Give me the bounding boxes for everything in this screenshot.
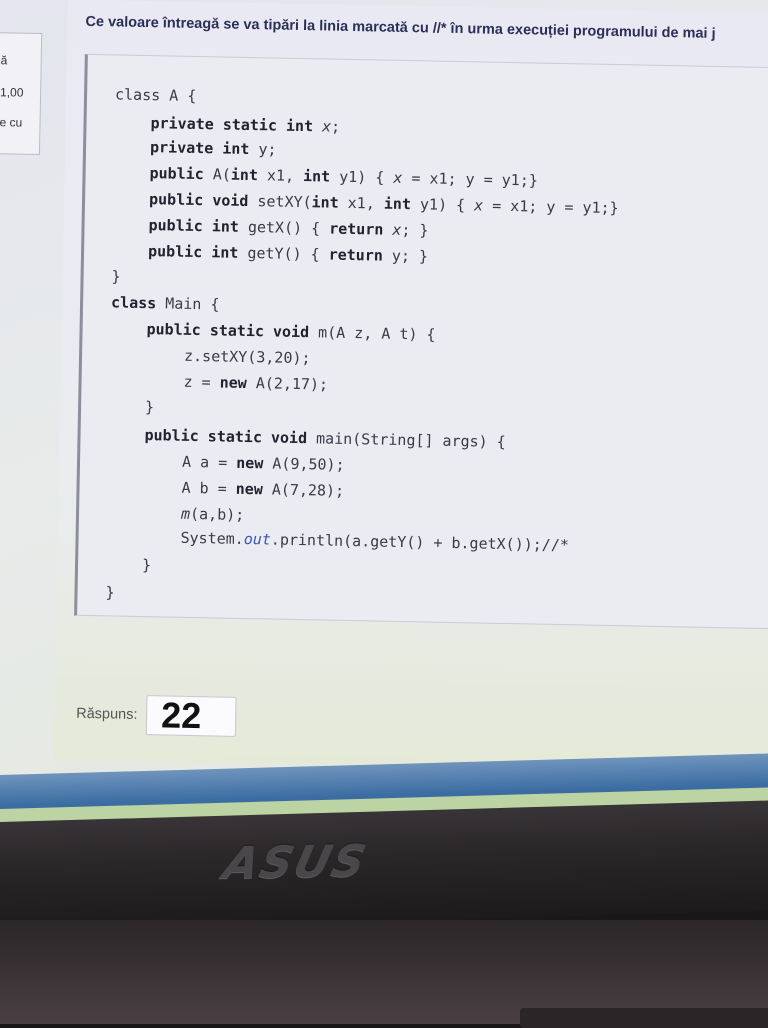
code-token: class [110, 293, 157, 313]
code-token: getY() { [238, 243, 329, 264]
code-line: private static int x; [150, 114, 340, 136]
answer-label: Răspuns: [76, 705, 138, 723]
answer-value: 22 [160, 694, 202, 737]
code-token: public static void [146, 320, 310, 342]
code-token: x [383, 220, 402, 239]
answer-input[interactable]: 22 [145, 694, 237, 737]
code-token: x1, [257, 166, 304, 186]
code-token: = x1; y = y1;} [402, 168, 539, 190]
code-token: } [144, 398, 155, 417]
code-token: int [311, 193, 339, 212]
code-token: A(9,50); [263, 454, 345, 474]
screen-content: ă 1,00 e cu Ce valoare întreagă se va ti… [0, 0, 768, 799]
code-line: public static void main(String[] args) { [144, 426, 506, 451]
code-token: } [141, 556, 152, 575]
code-token: setXY( [248, 192, 312, 212]
code-line: public A(int x1, int y1) { x = x1; y = y… [149, 164, 538, 189]
laptop-screen: ă 1,00 e cu Ce valoare întreagă se va ti… [0, 0, 768, 830]
code-line: System.out.println(a.getY() + b.getX());… [180, 529, 569, 554]
code-token: m [180, 504, 191, 523]
code-token: y; [249, 140, 277, 159]
code-token: m(A z, A t) { [308, 323, 436, 344]
quiz-info-sidebar: ă 1,00 e cu [0, 31, 43, 155]
code-token: A(2,17); [246, 374, 329, 394]
code-line: public static void m(A z, A t) { [146, 320, 435, 344]
code-token: = x1; y = y1;} [483, 196, 619, 218]
code-line: } [105, 583, 114, 601]
code-line: A a = new A(9,50); [182, 453, 345, 474]
code-block: class A {private static int x; private in… [74, 53, 768, 631]
code-token: int [383, 194, 412, 214]
code-token: new [235, 479, 263, 499]
code-token: new [236, 453, 264, 473]
code-token: A( [203, 165, 232, 184]
code-token: } [111, 267, 121, 286]
code-token: A b = [181, 478, 236, 498]
code-token: int [302, 167, 331, 186]
code-token: y; } [382, 246, 429, 266]
code-line: z = new A(2,17); [183, 373, 328, 394]
code-token: y1) { [410, 195, 475, 215]
code-token: z = [183, 372, 220, 392]
code-token: A(7,28); [262, 480, 345, 500]
code-token: getX() { [238, 217, 330, 238]
code-line: private int y; [150, 138, 277, 158]
asus-logo: ASUS [218, 835, 373, 890]
code-token: x1, [338, 193, 385, 213]
code-token: out [243, 529, 272, 549]
code-token: public static void [144, 426, 308, 448]
code-line: class Main { [111, 293, 220, 313]
code-token: int [230, 165, 259, 185]
code-token: private static int [150, 114, 314, 136]
code-token: public int [148, 216, 240, 236]
code-line: } [142, 556, 151, 574]
code-line: } [145, 398, 154, 416]
code-token: class A { [114, 85, 197, 105]
code-line: public int getX() { return x; } [148, 216, 428, 239]
code-token: public int [147, 242, 239, 262]
code-token: } [105, 583, 115, 602]
sidebar-text-2: e cu [0, 115, 23, 130]
code-line: public int getY() { return y; } [148, 242, 428, 265]
code-line: A b = new A(7,28); [181, 479, 344, 500]
sidebar-grade: 1,00 [0, 85, 24, 100]
code-token: x [393, 168, 403, 187]
code-token: (a,b); [189, 504, 245, 524]
code-token: public void [148, 190, 249, 210]
code-token: ; [330, 117, 341, 136]
code-token: private int [149, 138, 250, 159]
code-token: return [328, 245, 384, 265]
code-token: return [329, 219, 384, 239]
code-token: y1) { [330, 167, 394, 187]
code-token: public [149, 164, 204, 184]
code-line: } [111, 267, 120, 285]
code-line: class A { [115, 85, 197, 105]
code-line: public void setXY(int x1, int y1) { x = … [149, 190, 619, 217]
code-token: z.setXY(3,20); [183, 346, 311, 368]
code-token: A a = [181, 452, 237, 472]
code-token: System. [180, 528, 244, 548]
code-line: z.setXY(3,20); [184, 347, 311, 367]
laptop-bezel [0, 800, 768, 932]
code-token: .println(a.getY() + b.getX());//* [270, 530, 570, 555]
question-text: Ce valoare întreagă se va tipări la lini… [85, 13, 716, 42]
keyboard-edge [520, 1008, 768, 1028]
question-panel: Ce valoare întreagă se va tipări la lini… [53, 0, 768, 774]
code-token: ; } [401, 220, 429, 240]
code-token: new [219, 373, 247, 392]
code-line: m(a,b); [181, 505, 245, 524]
code-token: x [312, 117, 332, 136]
code-token: Main { [156, 294, 220, 314]
sidebar-text-1: ă [0, 53, 8, 68]
code-token: main(String[] args) { [306, 429, 506, 451]
